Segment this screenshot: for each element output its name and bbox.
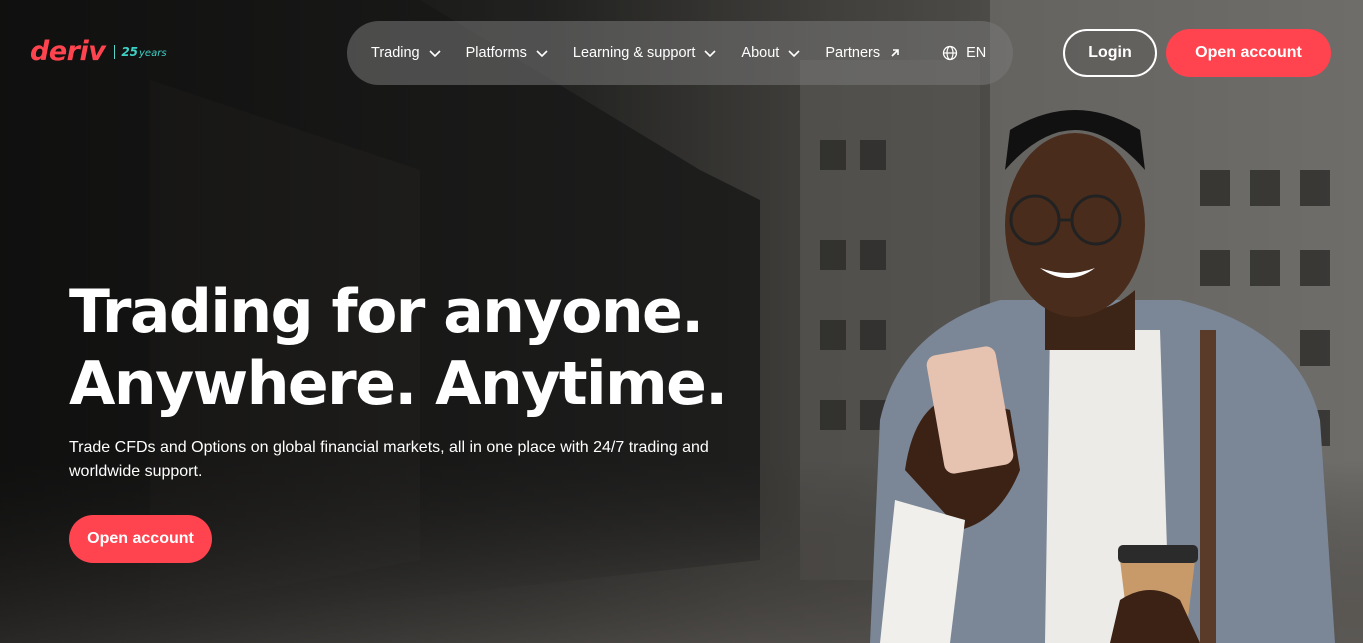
nav-item-platforms[interactable]: Platforms (466, 45, 549, 61)
main-navigation: Trading Platforms Learning & support Abo… (347, 21, 1013, 85)
nav-item-label: Partners (825, 45, 881, 61)
logo-wordmark: deriv (30, 36, 106, 67)
nav-item-label: About (741, 45, 780, 61)
logo-anniversary-badge: 25 years (121, 45, 166, 59)
chevron-down-icon (536, 50, 548, 58)
hero-headline: Trading for anyone. Anywhere. Anytime. (69, 276, 728, 420)
nav-item-label: Trading (371, 45, 420, 61)
hero-headline-line-1: Trading for anyone. (69, 277, 704, 347)
chevron-down-icon (704, 50, 716, 58)
globe-icon (942, 45, 958, 61)
login-button[interactable]: Login (1063, 29, 1157, 77)
deriv-logo[interactable]: deriv 25 years (30, 38, 167, 65)
hero-section: deriv 25 years Trading Platforms Learnin… (0, 0, 1363, 643)
logo-divider (114, 44, 116, 59)
logo-years-number: 25 (121, 44, 139, 59)
open-account-button-hero[interactable]: Open account (69, 515, 212, 563)
language-code: EN (966, 45, 987, 61)
chevron-down-icon (429, 50, 441, 58)
open-account-button-header[interactable]: Open account (1166, 29, 1331, 77)
nav-item-label: Platforms (465, 45, 527, 61)
nav-item-trading[interactable]: Trading (371, 45, 442, 61)
hero-headline-line-2: Anywhere. Anytime. (69, 349, 728, 419)
logo-years-label: years (139, 47, 167, 59)
nav-item-label: Learning & support (572, 45, 696, 61)
nav-item-learning-support[interactable]: Learning & support (573, 45, 718, 61)
chevron-down-icon (788, 50, 800, 58)
hero-description: Trade CFDs and Options on global financi… (69, 439, 709, 480)
nav-item-partners[interactable]: Partners (825, 45, 902, 61)
language-selector[interactable]: EN (942, 45, 986, 61)
arrow-up-right-icon (891, 49, 899, 57)
nav-item-about[interactable]: About (741, 45, 801, 61)
